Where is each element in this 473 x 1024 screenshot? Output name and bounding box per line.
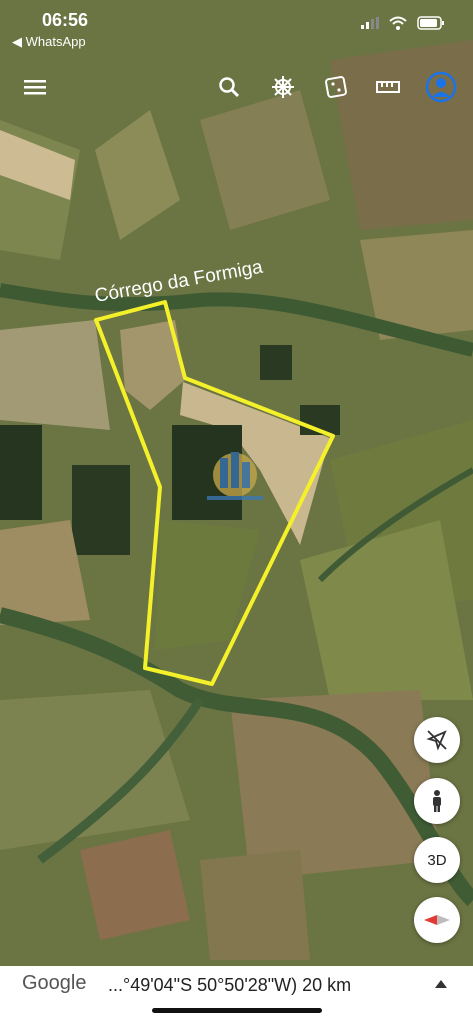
street-view-person-icon: [433, 790, 441, 812]
status-time: 06:56: [42, 10, 89, 30]
3d-label: 3D: [427, 851, 447, 869]
google-logo: Google: [22, 972, 87, 994]
field-patch: [0, 320, 110, 430]
signal-icon: [361, 17, 379, 29]
account-button[interactable]: [424, 70, 458, 104]
measure-ruler-icon: [376, 81, 400, 93]
status-bar: 06:56 ◀ WhatsApp: [0, 0, 473, 56]
measure-button[interactable]: [373, 72, 403, 102]
feeling-lucky-button[interactable]: [321, 72, 351, 102]
status-icons: [361, 16, 445, 30]
satellite-map[interactable]: Córrego da Formiga: [0, 0, 473, 1024]
account-icon: [425, 71, 457, 103]
feeling-lucky-dice-icon: [325, 76, 347, 98]
location-arrow-icon: [426, 730, 447, 751]
3d-toggle-button[interactable]: 3D: [414, 837, 460, 883]
location-button[interactable]: [414, 717, 460, 763]
voyager-button[interactable]: [268, 72, 298, 102]
coordinates-readout: ...°49'04"S 50°50'28"W) 20 km: [108, 975, 352, 995]
battery-icon: [417, 16, 444, 30]
compass-button[interactable]: [414, 897, 460, 943]
voyager-wheel-icon: [272, 76, 294, 98]
wifi-icon: [389, 16, 407, 30]
forest-block: [72, 465, 130, 555]
search-button[interactable]: [214, 72, 244, 102]
back-to-whatsapp-link[interactable]: ◀ WhatsApp: [12, 34, 86, 50]
forest-block: [0, 425, 42, 520]
bottom-info-bar: Google ...°49'04"S 50°50'28"W) 20 km: [0, 966, 473, 1024]
compass-icon: [424, 915, 450, 925]
search-icon: [219, 77, 240, 98]
field-patch: [80, 830, 190, 940]
expand-caret-icon[interactable]: [435, 980, 447, 988]
street-view-button[interactable]: [414, 778, 460, 824]
home-indicator: [152, 1008, 322, 1013]
menu-button[interactable]: [20, 72, 50, 102]
field-patch: [200, 850, 310, 960]
forest-block: [260, 345, 292, 380]
menu-icon: [24, 80, 46, 95]
